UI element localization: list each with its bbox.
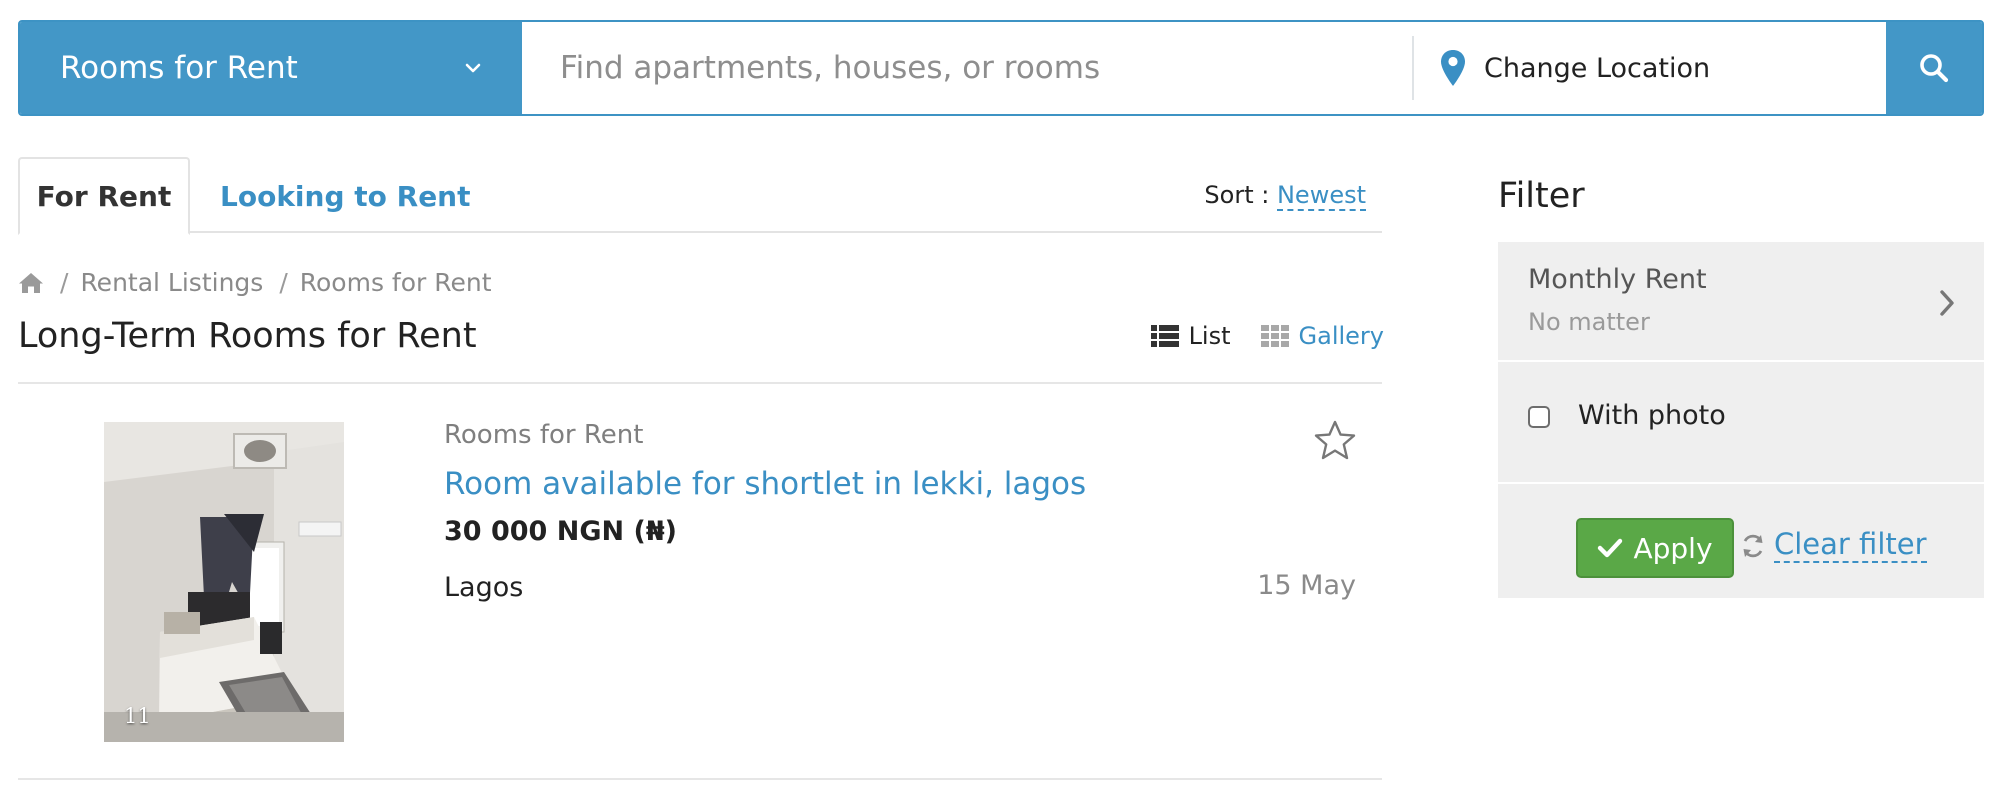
check-icon	[1598, 538, 1623, 558]
listing-date: 15 May	[1257, 570, 1356, 601]
tab-looking-to-rent[interactable]: Looking to Rent	[220, 157, 471, 235]
change-location-label: Change Location	[1484, 52, 1711, 84]
search-button[interactable]	[1886, 22, 1982, 114]
view-switch: List Gallery	[1121, 322, 1384, 350]
gallery-view-label: Gallery	[1298, 322, 1384, 350]
monthly-rent-value: No matter	[1528, 308, 1650, 336]
search-input[interactable]	[560, 50, 1412, 86]
listing-city: Lagos	[444, 572, 524, 603]
sort-label: Sort :	[1204, 181, 1270, 209]
listing-title-link[interactable]: Room available for shortlet in lekki, la…	[444, 466, 1086, 502]
list-view-button[interactable]: List	[1150, 322, 1231, 350]
filter-title: Filter	[1498, 176, 1585, 216]
monthly-rent-label: Monthly Rent	[1528, 264, 1707, 295]
sort-newest-link[interactable]: Newest	[1276, 181, 1366, 211]
map-pin-icon	[1441, 50, 1465, 86]
search-icon	[1920, 54, 1949, 83]
apply-button[interactable]: Apply	[1576, 518, 1734, 578]
photo-count: 11	[124, 704, 151, 728]
page-title: Long-Term Rooms for Rent	[18, 316, 477, 356]
breadcrumb: / Rental Listings / Rooms for Rent	[18, 268, 492, 297]
refresh-icon	[1743, 534, 1763, 557]
list-icon	[1150, 325, 1179, 347]
with-photo-label[interactable]: With photo	[1578, 400, 1726, 431]
with-photo-checkbox[interactable]	[1528, 406, 1550, 428]
change-location-button[interactable]: Change Location	[1414, 22, 1886, 114]
sort-control: Sort : Newest	[1204, 181, 1366, 211]
with-photo-filter: With photo	[1498, 364, 1984, 484]
list-view-label: List	[1188, 322, 1231, 350]
divider	[18, 778, 1382, 780]
breadcrumb-rooms-for-rent[interactable]: Rooms for Rent	[300, 268, 492, 297]
chevron-down-icon	[465, 63, 481, 73]
category-dropdown[interactable]: Rooms for Rent	[20, 22, 522, 114]
category-dropdown-label: Rooms for Rent	[60, 50, 298, 86]
listing-photo[interactable]: 11	[104, 422, 344, 742]
search-bar: Rooms for Rent Change Location	[18, 20, 1984, 116]
monthly-rent-filter[interactable]: Monthly Rent No matter	[1498, 242, 1984, 362]
tab-for-rent[interactable]: For Rent	[18, 157, 190, 235]
clear-filter-button[interactable]: Clear filter	[1740, 527, 1927, 564]
gallery-view-button[interactable]: Gallery	[1260, 322, 1384, 350]
filter-panel: Monthly Rent No matter With photo Apply …	[1498, 242, 1984, 598]
chevron-right-icon	[1940, 290, 1954, 316]
clear-filter-label: Clear filter	[1774, 527, 1927, 564]
breadcrumb-separator: /	[60, 268, 69, 297]
listing-type-tabs: For Rent Looking to Rent Sort : Newest	[18, 157, 1382, 235]
room-photo-image	[104, 422, 344, 742]
listing-category: Rooms for Rent	[444, 420, 644, 450]
apply-label: Apply	[1633, 531, 1713, 565]
breadcrumb-rental-listings[interactable]: Rental Listings	[80, 268, 263, 297]
home-icon[interactable]	[18, 272, 44, 294]
grid-icon	[1260, 325, 1289, 347]
listing-item: 11 Rooms for Rent Room available for sho…	[18, 384, 1382, 778]
listing-price: 30 000 NGN (₦)	[444, 516, 677, 547]
search-field	[522, 36, 1414, 100]
star-icon[interactable]	[1314, 420, 1356, 460]
breadcrumb-separator: /	[279, 268, 288, 297]
